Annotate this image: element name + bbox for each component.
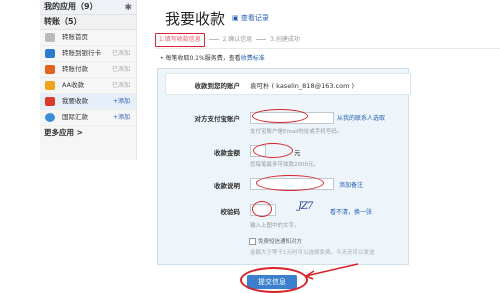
sidebar-item-label: 转账到银行卡 (62, 49, 101, 57)
amount-unit: 元 (294, 149, 301, 157)
home-icon (45, 33, 55, 42)
fee-standard-link[interactable]: 收费标准 (241, 55, 265, 62)
payer-label: 对方支付宝账户 (194, 115, 241, 123)
sidebar-item-tag: 已添加 (111, 50, 130, 57)
header-divider (155, 48, 500, 49)
sidebar-item-tag[interactable]: +添加 (113, 110, 130, 125)
step-2: 2.确认信息 (222, 36, 253, 43)
captcha-text: JZ7 (298, 201, 313, 212)
view-records-label: 查看记录 (240, 14, 269, 22)
annotation-oval (252, 201, 272, 217)
sidebar-item-label: AA收款 (62, 81, 85, 89)
step-1: 1.填写收款信息 (155, 33, 205, 47)
sidebar-item-label: 国际汇款 (62, 113, 88, 121)
sidebar-item-collect[interactable]: 我要收款 +添加 (40, 94, 136, 110)
sidebar-item-label: 转账首页 (62, 33, 88, 41)
sidebar-item-label: 转账付款 (62, 65, 88, 73)
transfer-group-header[interactable]: 转账（5） (40, 15, 136, 30)
sidebar-item-aa[interactable]: AA收款 已添加 (40, 78, 136, 94)
annotation-oval (240, 267, 308, 293)
sms-notify-checkbox[interactable] (249, 238, 256, 245)
pick-contact-link[interactable]: 从我的联系人选取 (337, 113, 385, 122)
captcha-image[interactable]: JZ7 (298, 201, 320, 214)
step-3: 3.创建成功 (270, 36, 300, 43)
account-label: 收款到您的账户 (194, 82, 241, 90)
bank-card-icon (45, 49, 55, 58)
sidebar-item-label: 我要收款 (62, 97, 88, 105)
sidebar-item-tag[interactable]: +添加 (113, 94, 130, 109)
captcha-hint: 输入上图中的文字。 (250, 223, 300, 229)
payer-hint: 支付宝账户是Email地址或手机号码。 (250, 129, 343, 135)
step-divider (256, 39, 267, 40)
annotation-arrow (305, 263, 359, 280)
reason-label: 收款说明 (214, 182, 240, 190)
aa-icon (45, 81, 55, 90)
more-apps-link[interactable]: 更多应用 > (40, 126, 136, 139)
step-indicator: 1.填写收款信息 2.确认信息 3.创建成功 (155, 33, 300, 47)
sms-notify-hint: 金额大于等于1元时可以选择免费。今天还可以发送 (250, 250, 375, 256)
page-title: 我要收款 (165, 10, 226, 28)
sidebar-item-transfer-pay[interactable]: 转账付款 已添加 (40, 62, 136, 78)
step-divider (208, 39, 219, 40)
view-records-link[interactable]: ▣ 查看记录 (232, 13, 269, 23)
sidebar: 我的应用（9） ✱ 转账（5） 转账首页 转账到银行卡 已添加 转账付款 已添加… (40, 0, 137, 160)
amount-label: 收款金额 (214, 149, 240, 157)
annotation-oval (253, 143, 293, 158)
my-apps-header[interactable]: 我的应用（9） ✱ (40, 0, 136, 15)
amount-hint: 您每笔最多可收款2000元。 (250, 162, 319, 168)
sidebar-item-tag: 已添加 (111, 82, 130, 89)
records-icon: ▣ (232, 14, 239, 22)
sidebar-item-bank-card[interactable]: 转账到银行卡 已添加 (40, 46, 136, 62)
fee-note: • 每笔收取0.1%服务费，查看收费标准 (160, 55, 265, 62)
my-apps-label: 我的应用（9） (44, 2, 98, 11)
gear-icon[interactable]: ✱ (124, 1, 132, 15)
annotation-oval (256, 175, 324, 191)
pay-icon (45, 65, 55, 74)
annotation-oval (252, 109, 308, 123)
collect-icon (45, 97, 55, 106)
account-value: 袁可朴 ( kaselin_818@163.com ) (250, 82, 355, 90)
fee-note-text: 每笔收取0.1%服务费，查看 (165, 55, 241, 62)
captcha-label: 校验码 (220, 208, 241, 216)
sidebar-item-tag: 已添加 (111, 66, 130, 73)
globe-icon (45, 113, 55, 122)
sms-notify-label: 免费短信通知对方 (258, 239, 303, 245)
add-remark-link[interactable]: 添加备注 (339, 180, 363, 189)
sidebar-item-intl-remit[interactable]: 国际汇款 +添加 (40, 110, 136, 126)
captcha-refresh-link[interactable]: 看不清，换一张 (330, 207, 372, 216)
sidebar-item-transfer-home[interactable]: 转账首页 (40, 30, 136, 46)
